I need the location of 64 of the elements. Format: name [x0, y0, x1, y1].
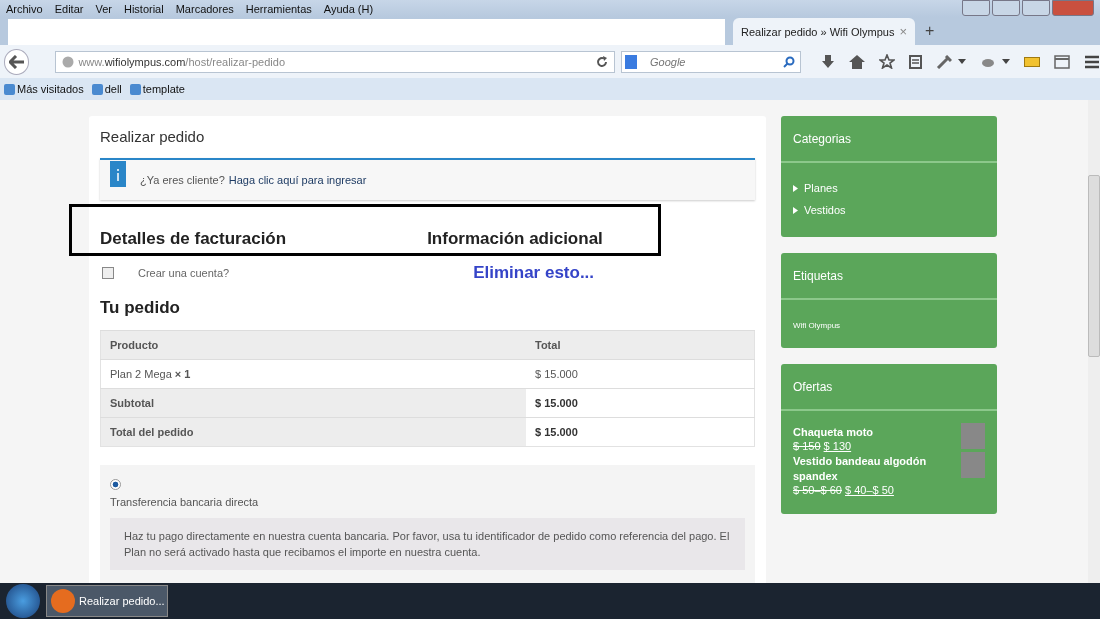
payment-method-label: Transferencia bancaria directa [110, 496, 260, 508]
scrollbar[interactable] [1088, 100, 1100, 583]
globe-icon [62, 55, 75, 68]
widget-title: Ofertas [781, 364, 997, 411]
maximize-button[interactable] [1022, 0, 1050, 16]
widget-title: Categorias [781, 116, 997, 163]
caret-icon[interactable] [958, 59, 966, 64]
widget-title: Etiquetas [781, 253, 997, 300]
table-cell: Total del pedido [100, 417, 526, 447]
payment-description: Haz tu pago directamente en nuestra cuenta bancaria. Por favor, usa tu identificador de pedido como referencia del pago. El Plan no será activado hasta que recibamos el importe en nuestra cuenta. [110, 518, 745, 570]
old-price: $ 50–$ 60 [793, 484, 842, 496]
login-link[interactable]: Haga clic aquí para ingresar [228, 174, 367, 186]
ruler-icon[interactable] [1024, 56, 1040, 67]
photo-placeholder [961, 452, 985, 478]
menu-item[interactable]: Marcadores [169, 2, 240, 15]
start-button[interactable] [6, 584, 40, 618]
address-field[interactable]: www.wifiolympus.com/host/realizar-pedido [55, 50, 615, 73]
table-cell: Subtotal [100, 388, 526, 418]
notice-text: ¿Ya eres cliente? [140, 174, 225, 186]
browser-tab[interactable]: Realizar pedido » Wifi Olympus × [733, 18, 915, 45]
taskbar-button[interactable]: Realizar pedido... [46, 585, 168, 617]
menu-item[interactable]: Archivo [0, 2, 49, 15]
section-heading: Tu pedido [100, 298, 181, 318]
section-heading: Información adicional [427, 229, 603, 249]
table-cell: $ 15.000 [526, 359, 755, 389]
window-icon[interactable] [1054, 54, 1070, 69]
menu-item[interactable]: Editar [48, 2, 90, 15]
bullet-icon [793, 206, 798, 214]
page-title: Realizar pedido [100, 128, 206, 147]
minimize-button[interactable] [992, 0, 1020, 16]
search-field[interactable]: Google [621, 50, 801, 73]
sale-price: $ 130 [823, 440, 852, 452]
info-icon [110, 161, 126, 187]
annotation-note: Eliminar esto... [473, 263, 595, 283]
column-header: Total [526, 330, 755, 360]
menu-icon[interactable] [1084, 54, 1100, 69]
menu-item[interactable]: Herramientas [239, 2, 318, 15]
bookmark-item[interactable]: Más visitados [4, 83, 84, 95]
table-cell: $ 15.000 [526, 388, 755, 418]
new-tab-button[interactable]: + [915, 22, 945, 45]
search-icon[interactable] [783, 55, 795, 68]
checkbox[interactable] [102, 267, 114, 279]
menu-item[interactable]: Ayuda (H) [317, 2, 380, 15]
home-icon[interactable] [849, 54, 865, 69]
reload-icon[interactable] [596, 55, 608, 68]
sale-price: $ 40–$ 50 [845, 484, 894, 496]
star-icon[interactable] [879, 54, 895, 69]
section-heading: Detalles de facturación [100, 229, 287, 249]
menu-item[interactable]: Historial [117, 2, 170, 15]
bookmark-item[interactable]: template [129, 83, 185, 95]
bookmark-item[interactable]: dell [91, 83, 122, 95]
column-header: Producto [100, 330, 526, 360]
radio-button[interactable] [110, 479, 121, 490]
photo-placeholder [961, 423, 985, 449]
menu-item[interactable]: Ver [89, 2, 118, 15]
old-price: $ 150 [793, 440, 821, 452]
back-button[interactable] [4, 48, 30, 75]
caret-icon[interactable] [1002, 59, 1010, 64]
table-cell: $ 15.000 [526, 417, 755, 447]
checkbox-label: Crear una cuenta? [138, 267, 230, 279]
download-icon[interactable] [821, 54, 835, 69]
clipboard-icon[interactable] [909, 54, 922, 69]
bullet-icon [793, 184, 798, 192]
back-arrow-icon[interactable] [8, 54, 25, 69]
